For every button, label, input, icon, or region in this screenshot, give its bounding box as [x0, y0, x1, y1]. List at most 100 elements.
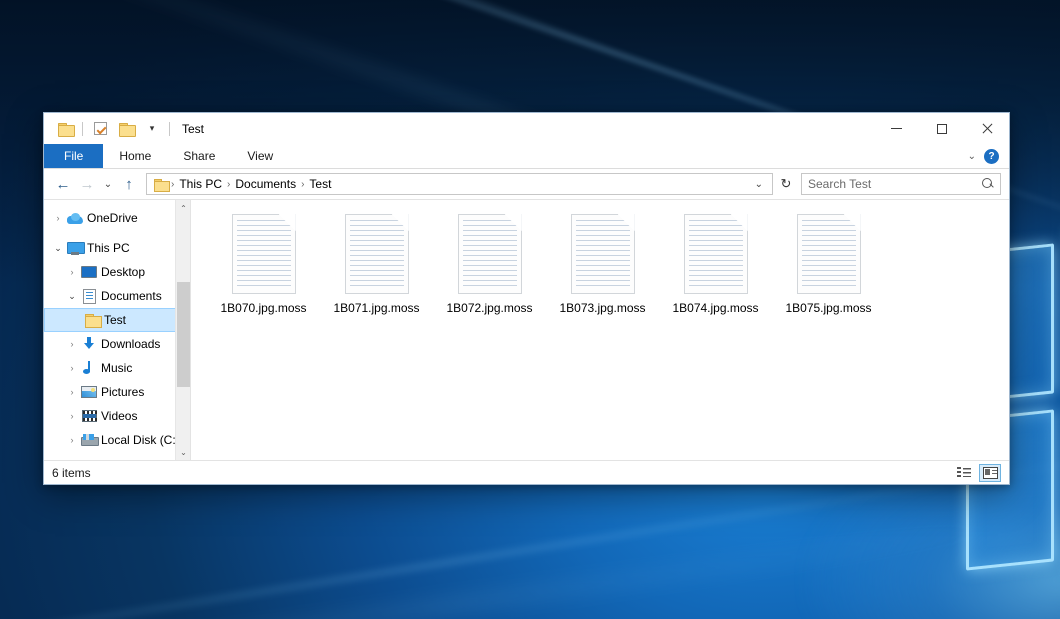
- sidebar-item-local-disk[interactable]: › Local Disk (C:): [44, 428, 190, 452]
- toolbar-divider: [82, 122, 83, 136]
- file-explorer-window: ▾ Test File Home Share View ⌄ ? ← → ⌄ ↑ …: [43, 112, 1010, 485]
- chevron-down-icon[interactable]: ▾: [141, 118, 163, 140]
- sidebar-item-label: Desktop: [98, 265, 145, 279]
- pictures-icon: [80, 386, 98, 398]
- sidebar-item-test[interactable]: Test: [44, 308, 190, 332]
- window-controls: [874, 113, 1009, 144]
- breadcrumb-this-pc[interactable]: This PC: [175, 177, 226, 191]
- file-item[interactable]: 1B070.jpg.moss: [207, 212, 320, 327]
- sidebar-item-videos[interactable]: › Videos: [44, 404, 190, 428]
- chevron-right-icon[interactable]: ›: [64, 339, 80, 349]
- search-box[interactable]: Search Test: [801, 173, 1001, 195]
- chevron-right-icon[interactable]: ›: [64, 387, 80, 397]
- file-item[interactable]: 1B075.jpg.moss: [772, 212, 885, 327]
- up-button[interactable]: ↑: [118, 173, 140, 195]
- tab-home[interactable]: Home: [103, 144, 167, 168]
- properties-checkbox-icon[interactable]: [89, 118, 111, 140]
- sidebar-item-pictures[interactable]: › Pictures: [44, 380, 190, 404]
- maximize-button[interactable]: [919, 113, 964, 144]
- address-bar-row: ← → ⌄ ↑ › This PC › Documents › Test ⌄ ↻…: [44, 169, 1009, 199]
- minimize-button[interactable]: [874, 113, 919, 144]
- new-folder-icon[interactable]: [115, 118, 137, 140]
- generic-document-icon: [345, 214, 409, 294]
- file-name: 1B075.jpg.moss: [785, 301, 871, 315]
- sidebar-item-label: Videos: [98, 409, 137, 423]
- sidebar-item-label: Downloads: [98, 337, 160, 351]
- breadcrumb-test[interactable]: Test: [305, 177, 335, 191]
- chevron-right-icon[interactable]: ›: [64, 363, 80, 373]
- file-item[interactable]: 1B071.jpg.moss: [320, 212, 433, 327]
- status-bar: 6 items: [44, 460, 1009, 484]
- chevron-right-icon[interactable]: ›: [50, 213, 66, 223]
- generic-document-icon: [232, 214, 296, 294]
- large-icons-view-button[interactable]: [979, 464, 1001, 482]
- details-view-button[interactable]: [953, 464, 975, 482]
- chevron-right-icon[interactable]: ›: [64, 435, 80, 445]
- sidebar-item-label: Documents: [98, 289, 162, 303]
- tab-view[interactable]: View: [231, 144, 289, 168]
- generic-document-icon: [684, 214, 748, 294]
- navigation-pane: › OneDrive ⌄ This PC › Desktop ⌄: [44, 200, 190, 460]
- folder-icon: [154, 179, 168, 190]
- sidebar-item-music[interactable]: › Music: [44, 356, 190, 380]
- scrollbar-thumb[interactable]: [177, 282, 190, 387]
- sidebar-scrollbar[interactable]: ⌃ ⌄: [175, 200, 190, 460]
- onedrive-icon: [66, 213, 84, 224]
- view-mode-buttons: [953, 464, 1001, 482]
- file-item[interactable]: 1B074.jpg.moss: [659, 212, 772, 327]
- chevron-down-icon[interactable]: ⌄: [64, 291, 80, 302]
- file-name: 1B072.jpg.moss: [446, 301, 532, 315]
- sidebar-item-label: This PC: [84, 241, 130, 255]
- sidebar-item-label: Local Disk (C:): [98, 433, 180, 447]
- file-item[interactable]: 1B073.jpg.moss: [546, 212, 659, 327]
- file-name: 1B071.jpg.moss: [333, 301, 419, 315]
- this-pc-icon: [66, 242, 84, 255]
- videos-icon: [80, 410, 98, 422]
- recent-locations-button[interactable]: ⌄: [100, 173, 116, 195]
- chevron-right-icon[interactable]: ›: [64, 267, 80, 277]
- folder-icon[interactable]: [54, 118, 76, 140]
- folder-icon: [83, 314, 101, 326]
- file-name: 1B073.jpg.moss: [559, 301, 645, 315]
- folder-tree: › OneDrive ⌄ This PC › Desktop ⌄: [44, 200, 190, 452]
- tab-share[interactable]: Share: [167, 144, 231, 168]
- documents-icon: [80, 289, 98, 304]
- downloads-icon: [80, 337, 98, 351]
- music-icon: [80, 361, 98, 375]
- window-title: Test: [182, 122, 204, 136]
- file-grid: 1B070.jpg.moss 1B071.jpg.moss 1B072.jpg.…: [191, 200, 1009, 327]
- item-count-label: 6 items: [52, 466, 91, 480]
- file-name: 1B070.jpg.moss: [220, 301, 306, 315]
- sidebar-item-this-pc[interactable]: ⌄ This PC: [44, 236, 190, 260]
- scroll-up-icon[interactable]: ⌃: [176, 200, 190, 216]
- ribbon-actions: ⌄ ?: [968, 144, 1009, 168]
- breadcrumb-documents[interactable]: Documents: [231, 177, 300, 191]
- desktop-icon: [80, 266, 98, 278]
- quick-access-toolbar: ▾: [44, 118, 172, 140]
- file-name: 1B074.jpg.moss: [672, 301, 758, 315]
- scroll-down-icon[interactable]: ⌄: [176, 444, 190, 460]
- expand-ribbon-icon[interactable]: ⌄: [968, 151, 976, 162]
- file-item[interactable]: 1B072.jpg.moss: [433, 212, 546, 327]
- chevron-down-icon[interactable]: ⌄: [750, 179, 768, 190]
- help-icon[interactable]: ?: [984, 149, 999, 164]
- generic-document-icon: [797, 214, 861, 294]
- sidebar-item-label: Test: [101, 313, 126, 327]
- sidebar-item-downloads[interactable]: › Downloads: [44, 332, 190, 356]
- address-bar[interactable]: › This PC › Documents › Test ⌄: [146, 173, 773, 195]
- sidebar-item-label: Pictures: [98, 385, 144, 399]
- sidebar-item-label: Music: [98, 361, 132, 375]
- refresh-icon[interactable]: ↻: [775, 173, 797, 195]
- tab-file[interactable]: File: [44, 144, 103, 168]
- forward-button[interactable]: →: [76, 173, 98, 195]
- chevron-down-icon[interactable]: ⌄: [50, 243, 66, 254]
- file-list-pane[interactable]: 1B070.jpg.moss 1B071.jpg.moss 1B072.jpg.…: [190, 200, 1009, 460]
- sidebar-item-desktop[interactable]: › Desktop: [44, 260, 190, 284]
- sidebar-item-documents[interactable]: ⌄ Documents: [44, 284, 190, 308]
- explorer-body: › OneDrive ⌄ This PC › Desktop ⌄: [44, 199, 1009, 460]
- search-placeholder: Search Test: [808, 177, 871, 191]
- close-button[interactable]: [964, 113, 1009, 144]
- back-button[interactable]: ←: [52, 173, 74, 195]
- sidebar-item-onedrive[interactable]: › OneDrive: [44, 206, 190, 230]
- chevron-right-icon[interactable]: ›: [64, 411, 80, 421]
